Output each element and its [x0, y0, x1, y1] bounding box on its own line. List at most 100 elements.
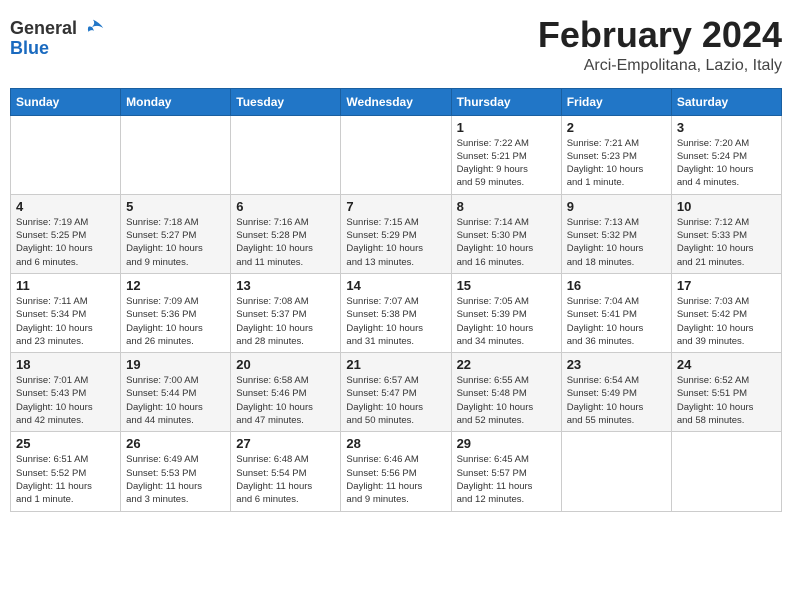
day-number: 5 — [126, 199, 225, 214]
day-info: Sunrise: 6:51 AM Sunset: 5:52 PM Dayligh… — [16, 453, 115, 506]
day-number: 7 — [346, 199, 445, 214]
day-info: Sunrise: 7:11 AM Sunset: 5:34 PM Dayligh… — [16, 295, 115, 348]
header: General Blue February 2024 Arci-Empolita… — [10, 10, 782, 80]
day-info: Sunrise: 7:22 AM Sunset: 5:21 PM Dayligh… — [457, 137, 556, 190]
table-row: 21 Sunrise: 6:57 AM Sunset: 5:47 PM Dayli… — [341, 353, 451, 432]
day-number: 19 — [126, 357, 225, 372]
day-info: Sunrise: 6:46 AM Sunset: 5:56 PM Dayligh… — [346, 453, 445, 506]
table-row — [671, 432, 781, 511]
day-info: Sunrise: 7:07 AM Sunset: 5:38 PM Dayligh… — [346, 295, 445, 348]
day-info: Sunrise: 6:54 AM Sunset: 5:49 PM Dayligh… — [567, 374, 666, 427]
table-row: 3Sunrise: 7:20 AM Sunset: 5:24 PM Daylig… — [671, 115, 781, 194]
day-info: Sunrise: 7:01 AM Sunset: 5:43 PM Dayligh… — [16, 374, 115, 427]
calendar-week-row: 18Sunrise: 7:01 AM Sunset: 5:43 PM Dayli… — [11, 353, 782, 432]
table-row — [231, 115, 341, 194]
day-number: 29 — [457, 436, 556, 451]
day-number: 24 — [677, 357, 776, 372]
table-row: 13 Sunrise: 7:08 AM Sunset: 5:37 PM Dayli… — [231, 273, 341, 352]
table-row: 22 Sunrise: 6:55 AM Sunset: 5:48 PM Dayli… — [451, 353, 561, 432]
table-row: 16 Sunrise: 7:04 AM Sunset: 5:41 PM Dayli… — [561, 273, 671, 352]
calendar-table: Sunday Monday Tuesday Wednesday Thursday… — [10, 88, 782, 512]
calendar-week-row: 11 Sunrise: 7:11 AM Sunset: 5:34 PM Dayli… — [11, 273, 782, 352]
table-row: 4 Sunrise: 7:19 AM Sunset: 5:25 PM Daylig… — [11, 194, 121, 273]
day-info: Sunrise: 6:58 AM Sunset: 5:46 PM Dayligh… — [236, 374, 335, 427]
logo: General Blue — [10, 15, 107, 59]
day-number: 17 — [677, 278, 776, 293]
col-tuesday: Tuesday — [231, 88, 341, 115]
day-number: 14 — [346, 278, 445, 293]
table-row: 15 Sunrise: 7:05 AM Sunset: 5:39 PM Dayli… — [451, 273, 561, 352]
col-sunday: Sunday — [11, 88, 121, 115]
day-number: 6 — [236, 199, 335, 214]
table-row — [11, 115, 121, 194]
logo-bird-icon — [79, 15, 107, 43]
table-row: 23 Sunrise: 6:54 AM Sunset: 5:49 PM Dayli… — [561, 353, 671, 432]
day-info: Sunrise: 6:57 AM Sunset: 5:47 PM Dayligh… — [346, 374, 445, 427]
calendar-week-row: 4 Sunrise: 7:19 AM Sunset: 5:25 PM Daylig… — [11, 194, 782, 273]
table-row: 12 Sunrise: 7:09 AM Sunset: 5:36 PM Dayli… — [121, 273, 231, 352]
day-info: Sunrise: 7:08 AM Sunset: 5:37 PM Dayligh… — [236, 295, 335, 348]
location: Arci-Empolitana, Lazio, Italy — [538, 57, 782, 75]
day-number: 28 — [346, 436, 445, 451]
day-number: 21 — [346, 357, 445, 372]
table-row: 17 Sunrise: 7:03 AM Sunset: 5:42 PM Dayli… — [671, 273, 781, 352]
col-thursday: Thursday — [451, 88, 561, 115]
day-number: 13 — [236, 278, 335, 293]
day-info: Sunrise: 7:13 AM Sunset: 5:32 PM Dayligh… — [567, 216, 666, 269]
day-number: 9 — [567, 199, 666, 214]
day-number: 20 — [236, 357, 335, 372]
col-friday: Friday — [561, 88, 671, 115]
table-row: 19 Sunrise: 7:00 AM Sunset: 5:44 PM Dayli… — [121, 353, 231, 432]
page-container: General Blue February 2024 Arci-Empolita… — [10, 10, 782, 512]
day-info: Sunrise: 7:18 AM Sunset: 5:27 PM Dayligh… — [126, 216, 225, 269]
table-row: 18Sunrise: 7:01 AM Sunset: 5:43 PM Dayli… — [11, 353, 121, 432]
logo-general-text: General — [10, 19, 77, 39]
day-info: Sunrise: 7:21 AM Sunset: 5:23 PM Dayligh… — [567, 137, 666, 190]
calendar-header-row: Sunday Monday Tuesday Wednesday Thursday… — [11, 88, 782, 115]
table-row: 25 Sunrise: 6:51 AM Sunset: 5:52 PM Dayli… — [11, 432, 121, 511]
day-info: Sunrise: 6:48 AM Sunset: 5:54 PM Dayligh… — [236, 453, 335, 506]
day-info: Sunrise: 7:00 AM Sunset: 5:44 PM Dayligh… — [126, 374, 225, 427]
table-row: 5 Sunrise: 7:18 AM Sunset: 5:27 PM Daylig… — [121, 194, 231, 273]
table-row: 7 Sunrise: 7:15 AM Sunset: 5:29 PM Daylig… — [341, 194, 451, 273]
day-info: Sunrise: 7:15 AM Sunset: 5:29 PM Dayligh… — [346, 216, 445, 269]
day-number: 10 — [677, 199, 776, 214]
day-number: 16 — [567, 278, 666, 293]
table-row: 10 Sunrise: 7:12 AM Sunset: 5:33 PM Dayli… — [671, 194, 781, 273]
day-number: 4 — [16, 199, 115, 214]
day-number: 25 — [16, 436, 115, 451]
day-number: 12 — [126, 278, 225, 293]
col-saturday: Saturday — [671, 88, 781, 115]
table-row: 8Sunrise: 7:14 AM Sunset: 5:30 PM Daylig… — [451, 194, 561, 273]
table-row: 29Sunrise: 6:45 AM Sunset: 5:57 PM Dayli… — [451, 432, 561, 511]
day-number: 11 — [16, 278, 115, 293]
calendar-week-row: 1 Sunrise: 7:22 AM Sunset: 5:21 PM Daylig… — [11, 115, 782, 194]
day-info: Sunrise: 6:55 AM Sunset: 5:48 PM Dayligh… — [457, 374, 556, 427]
day-info: Sunrise: 7:04 AM Sunset: 5:41 PM Dayligh… — [567, 295, 666, 348]
day-info: Sunrise: 7:19 AM Sunset: 5:25 PM Dayligh… — [16, 216, 115, 269]
table-row — [121, 115, 231, 194]
day-number: 15 — [457, 278, 556, 293]
title-area: February 2024 Arci-Empolitana, Lazio, It… — [538, 15, 782, 75]
col-wednesday: Wednesday — [341, 88, 451, 115]
day-number: 23 — [567, 357, 666, 372]
day-number: 2 — [567, 120, 666, 135]
day-info: Sunrise: 7:09 AM Sunset: 5:36 PM Dayligh… — [126, 295, 225, 348]
table-row: 26Sunrise: 6:49 AM Sunset: 5:53 PM Dayli… — [121, 432, 231, 511]
table-row: 24 Sunrise: 6:52 AM Sunset: 5:51 PM Dayli… — [671, 353, 781, 432]
table-row: 1 Sunrise: 7:22 AM Sunset: 5:21 PM Daylig… — [451, 115, 561, 194]
table-row — [561, 432, 671, 511]
day-info: Sunrise: 7:12 AM Sunset: 5:33 PM Dayligh… — [677, 216, 776, 269]
day-info: Sunrise: 6:52 AM Sunset: 5:51 PM Dayligh… — [677, 374, 776, 427]
day-number: 1 — [457, 120, 556, 135]
day-info: Sunrise: 7:05 AM Sunset: 5:39 PM Dayligh… — [457, 295, 556, 348]
day-info: Sunrise: 7:03 AM Sunset: 5:42 PM Dayligh… — [677, 295, 776, 348]
day-number: 26 — [126, 436, 225, 451]
table-row: 20 Sunrise: 6:58 AM Sunset: 5:46 PM Dayli… — [231, 353, 341, 432]
table-row: 14 Sunrise: 7:07 AM Sunset: 5:38 PM Dayli… — [341, 273, 451, 352]
day-info: Sunrise: 7:14 AM Sunset: 5:30 PM Dayligh… — [457, 216, 556, 269]
day-number: 22 — [457, 357, 556, 372]
table-row: 9 Sunrise: 7:13 AM Sunset: 5:32 PM Daylig… — [561, 194, 671, 273]
month-title: February 2024 — [538, 15, 782, 55]
logo-blue-text: Blue — [10, 39, 49, 59]
